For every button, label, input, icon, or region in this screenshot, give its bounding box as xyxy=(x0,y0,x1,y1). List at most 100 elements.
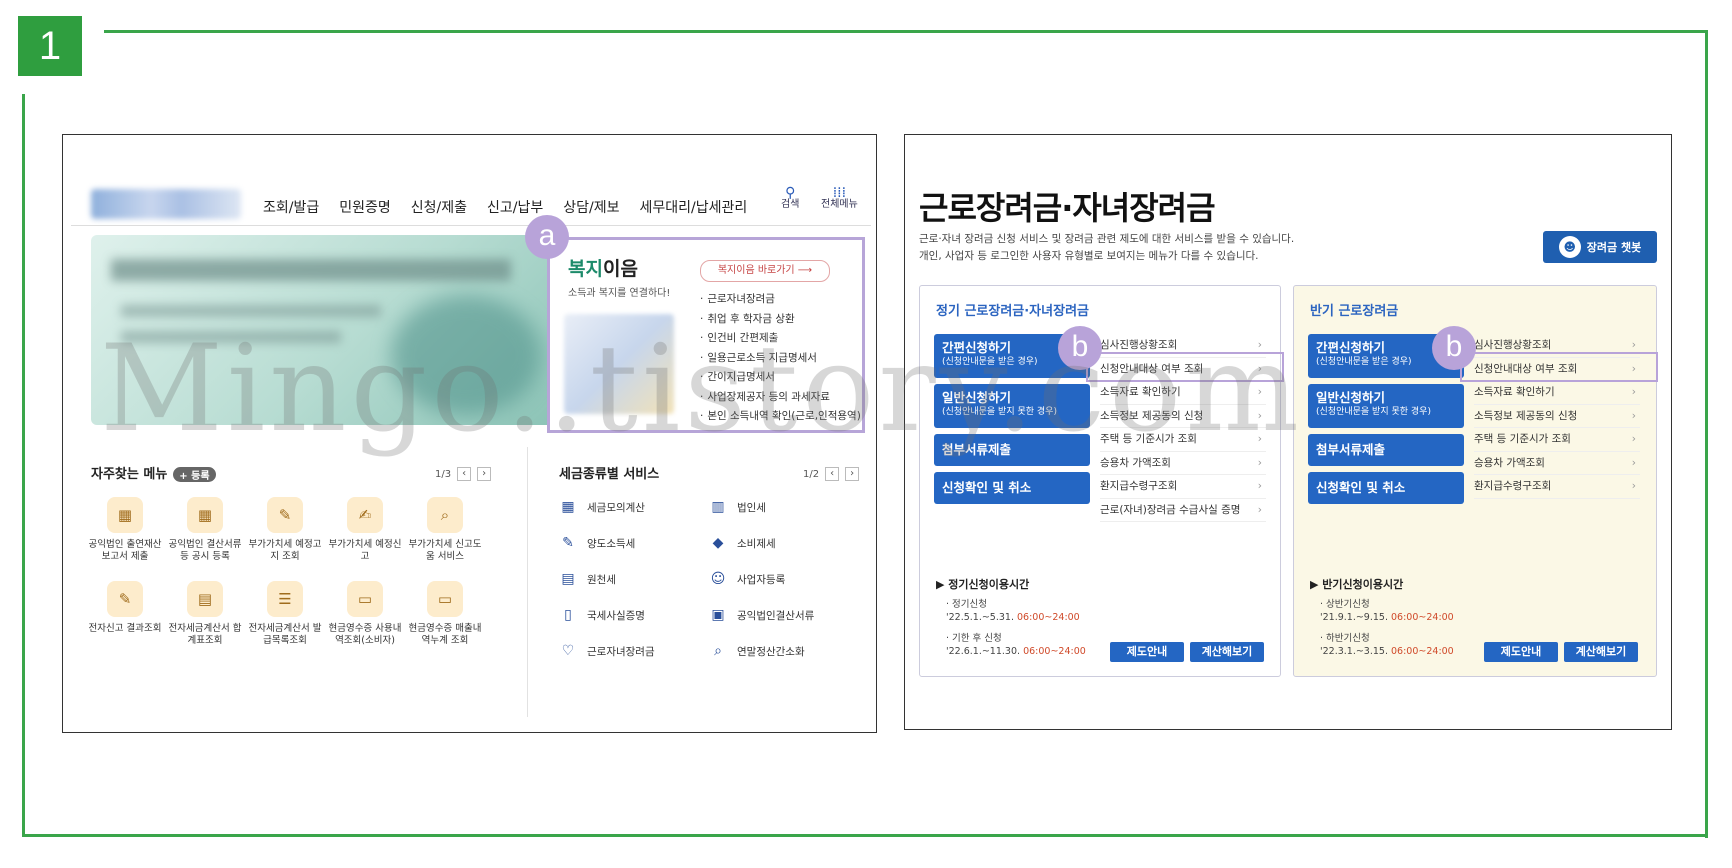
favorite-item[interactable]: ✍ 부가가치세 예정신고 xyxy=(325,497,405,563)
next-arrow-icon[interactable]: › xyxy=(845,467,860,481)
tax-service-item[interactable]: ▦ 세금모의계산 xyxy=(559,497,709,517)
all-menu-button[interactable]: ⁞⁞⁞ 전체메뉴 xyxy=(821,186,858,211)
calculate-button[interactable]: 계산해보기 xyxy=(1564,642,1638,662)
welfare-link[interactable]: 근로자녀장려금 xyxy=(700,290,861,310)
tax-service-item[interactable]: ◆ 소비제세 xyxy=(709,533,859,553)
tax-services-grid: ▦ 세금모의계산 ▥ 법인세 ✎ 양도소득세 ◆ 소비제세 ▤ 원천세 ☺ 사업자등록 ▯ 국… xyxy=(559,497,859,661)
prev-arrow-icon[interactable]: ‹ xyxy=(825,467,840,481)
favorite-item[interactable]: ▤ 전자세금계산서 합계표조회 xyxy=(165,581,245,647)
welfare-link[interactable]: 취업 후 학자금 상환 xyxy=(700,310,861,330)
wd-document-icon: ✎ xyxy=(267,497,303,533)
frame-border-top xyxy=(104,30,1708,33)
frame-border-left xyxy=(22,94,25,837)
panel-title: 정기 근로장려금·자녀장려금 xyxy=(936,304,1089,319)
marker-b: b xyxy=(1058,326,1102,370)
receipt-icon: ▭ xyxy=(347,581,383,617)
welfare-subtitle: 소득과 복지를 연결하다! xyxy=(568,288,671,299)
favorite-item[interactable]: ✎ 부가가치세 예정고지 조회 xyxy=(245,497,325,563)
general-apply-button[interactable]: 일반신청하기 (신청안내문을 받지 못한 경우) xyxy=(934,384,1090,428)
panel-link[interactable]: 주택 등 기준시가 조회 xyxy=(1100,428,1266,452)
building-icon: ▥ xyxy=(711,499,725,515)
magnify-document-icon: ⌕ xyxy=(427,497,463,533)
general-apply-button[interactable]: 일반신청하기 (신청안내문을 받지 못한 경우) xyxy=(1308,384,1464,428)
favorite-item[interactable]: ▭ 현금영수증 매출내역누계 조회 xyxy=(405,581,485,647)
welfare-link-list: 근로자녀장려금 취업 후 학자금 상환 인건비 간편제출 일용근로소득 지급명세… xyxy=(700,290,861,427)
panel-link[interactable]: 환지급수령구조회 xyxy=(1474,475,1640,499)
nav-item[interactable]: 신청/제출 xyxy=(411,197,467,217)
homepage-screenshot: 조회/발급 민원증명 신청/제출 신고/납부 상담/제보 세무대리/납세관리 ⚲… xyxy=(62,134,877,733)
search-label: 검색 xyxy=(781,199,800,210)
welfare-shortcut-button[interactable]: 복지이음 바로가기 ⟶ xyxy=(700,260,830,282)
panel-link[interactable]: 소득자료 확인하기 xyxy=(1100,381,1266,405)
panel-link[interactable]: 근로(자녀)장려금 수급사실 증명 xyxy=(1100,499,1266,522)
nav-item[interactable]: 상담/제보 xyxy=(563,197,619,217)
chatbot-icon: ☻ xyxy=(1558,236,1581,258)
nav-item[interactable]: 세무대리/납세관리 xyxy=(640,197,748,217)
submit-documents-button[interactable]: 첨부서류제출 xyxy=(1308,434,1464,466)
prev-arrow-icon[interactable]: ‹ xyxy=(457,467,472,481)
guide-button[interactable]: 제도안내 xyxy=(1110,642,1184,662)
chatbot-button[interactable]: ☻ 장려금 챗봇 xyxy=(1543,231,1657,263)
welfare-link[interactable]: 인건비 간편제출 xyxy=(700,329,861,349)
tax-service-item[interactable]: ▥ 법인세 xyxy=(709,497,859,517)
welfare-link[interactable]: 본인 소득내역 확인(근로,인적용역) xyxy=(700,407,860,427)
favorite-item[interactable]: ▭ 현금영수증 사용내역조회(소비자) xyxy=(325,581,405,647)
nav-item[interactable]: 신고/납부 xyxy=(487,197,543,217)
welfare-link[interactable]: 간이지급명세서 xyxy=(700,368,861,388)
incentive-page-screenshot: 근로장려금·자녀장려금 근로·자녀 장려금 신청 서비스 및 장려금 관련 제도… xyxy=(904,134,1672,730)
tax-services-title: 세금종류별 서비스 xyxy=(559,467,660,482)
tax-service-item[interactable]: ⌕ 연말정산간소화 xyxy=(709,641,859,661)
check-cancel-button[interactable]: 신청확인 및 취소 xyxy=(934,472,1090,504)
panel-link[interactable]: 승용차 가액조회 xyxy=(1100,452,1266,475)
favorite-item[interactable]: ▦ 공익법인 출연재산 보고서 제출 xyxy=(85,497,165,563)
tax-service-item[interactable]: ▤ 원천세 xyxy=(559,569,709,589)
welfare-eum-box: 복지이음 소득과 복지를 연결하다! 복지이음 바로가기 ⟶ 근로자녀장려금 취… xyxy=(547,237,865,433)
step-number-badge: 1 xyxy=(18,16,82,76)
panel-link[interactable]: 소득정보 제공동의 신청 xyxy=(1100,405,1266,428)
highlight-box xyxy=(1460,352,1658,382)
favorites-title: 자주찾는 메뉴 + 등록 xyxy=(91,463,216,482)
tax-service-item[interactable]: ♡ 근로자녀장려금 xyxy=(559,641,709,661)
site-logo[interactable] xyxy=(91,189,241,219)
favorite-item[interactable]: ⌕ 부가가치세 신고도움 서비스 xyxy=(405,497,485,563)
nav-item[interactable]: 민원증명 xyxy=(339,197,391,217)
panel-link[interactable]: 주택 등 기준시가 조회 xyxy=(1474,428,1640,452)
search-button[interactable]: ⚲ 검색 xyxy=(781,185,800,211)
submit-documents-button[interactable]: 첨부서류제출 xyxy=(934,434,1090,466)
search-icon: ⚲ xyxy=(785,185,796,201)
panel-link[interactable]: 소득정보 제공동의 신청 xyxy=(1474,405,1640,428)
tax-service-item[interactable]: ▯ 국세사실증명 xyxy=(559,605,709,625)
tax-service-item[interactable]: ▣ 공익법인결산서류 xyxy=(709,605,859,625)
heart-icon: ♡ xyxy=(561,643,575,659)
panel-link[interactable]: 소득자료 확인하기 xyxy=(1474,381,1640,405)
welfare-illustration xyxy=(564,314,674,414)
favorite-item[interactable]: ✎ 전자신고 결과조회 xyxy=(85,581,165,647)
favorite-item[interactable]: ▦ 공익법인 결산서류 등 공시 등록 xyxy=(165,497,245,563)
stamp-document-icon: ▤ xyxy=(561,571,575,587)
register-button[interactable]: + 등록 xyxy=(173,467,216,482)
calculate-button[interactable]: 계산해보기 xyxy=(1190,642,1264,662)
main-banner[interactable] xyxy=(91,235,557,425)
all-menu-label: 전체메뉴 xyxy=(821,199,858,210)
wd-document-icon: ✎ xyxy=(107,581,143,617)
favorite-item[interactable]: ☰ 전자세금계산서 발급목록조회 xyxy=(245,581,325,647)
marker-a: a xyxy=(525,215,569,259)
schedule-entry: · 기한 후 신청 '22.6.1.~11.30. 06:00~24:00 xyxy=(946,633,1086,657)
panel-link[interactable]: 승용차 가액조회 xyxy=(1474,452,1640,475)
tax-service-item[interactable]: ✎ 양도소득세 xyxy=(559,533,709,553)
panel-link[interactable]: 환지급수령구조회 xyxy=(1100,475,1266,499)
schedule-entry: · 상반기신청 '21.9.1.~9.15. 06:00~24:00 xyxy=(1320,599,1454,623)
certificate-icon: ▯ xyxy=(564,607,572,623)
nav-item[interactable]: 조회/발급 xyxy=(263,197,319,217)
guide-button[interactable]: 제도안내 xyxy=(1484,642,1558,662)
next-arrow-icon[interactable]: › xyxy=(477,467,492,481)
tax-service-item[interactable]: ☺ 사업자등록 xyxy=(709,569,859,589)
check-cancel-button[interactable]: 신청확인 및 취소 xyxy=(1308,472,1464,504)
welfare-link[interactable]: 일용근로소득 지급명세서 xyxy=(700,349,861,369)
calculator-document-icon: ▤ xyxy=(187,581,223,617)
welfare-link[interactable]: 사업장제공자 등의 과세자료 xyxy=(700,388,861,408)
page-description: 근로·자녀 장려금 신청 서비스 및 장려금 관련 제도에 대한 서비스를 받을… xyxy=(919,233,1295,262)
document-calendar-icon: ▦ xyxy=(107,497,143,533)
marker-b: b xyxy=(1432,326,1476,370)
nav-divider xyxy=(71,225,871,226)
